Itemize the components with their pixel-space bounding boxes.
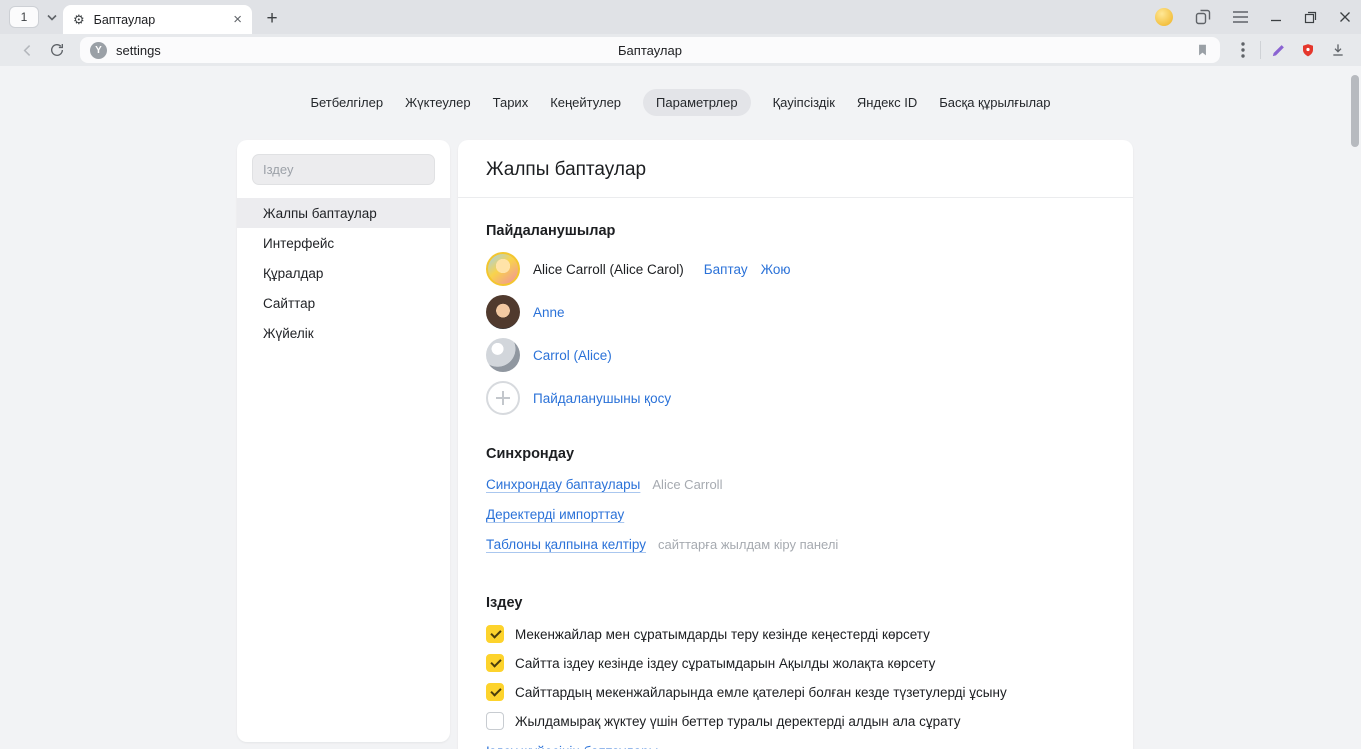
- avatar-carrol: [486, 338, 520, 372]
- page-title: Жалпы баптаулар: [458, 140, 1133, 198]
- user-name: Alice Carroll (Alice Carol): [533, 262, 684, 277]
- delete-user-link[interactable]: Жою: [761, 262, 791, 277]
- tab-title: Баптаулар: [94, 13, 225, 27]
- pencil-icon: [1270, 42, 1287, 59]
- users-section-heading: Пайдаланушылар: [486, 223, 1105, 239]
- new-tab-button[interactable]: +: [258, 5, 286, 33]
- option-label: Сайттардың мекенжайларында емле қателері…: [515, 685, 1007, 700]
- settings-main-panel: Жалпы баптаулар Пайдаланушылар Alice Car…: [458, 140, 1133, 749]
- profile-avatar-icon[interactable]: [1155, 8, 1173, 26]
- kebab-icon: [1241, 42, 1245, 58]
- checkbox-prefetch[interactable]: [486, 712, 504, 730]
- search-option-row: Жылдамырақ жүктеу үшін беттер туралы дер…: [486, 712, 1105, 730]
- search-section-heading: Іздеу: [486, 595, 1105, 611]
- nav-tab-settings[interactable]: Параметрлер: [643, 89, 751, 116]
- toolbar-menu-button[interactable]: [1228, 36, 1258, 64]
- configure-user-link[interactable]: Баптау: [704, 262, 748, 277]
- back-button[interactable]: [12, 36, 42, 64]
- panels-icon[interactable]: [1195, 9, 1211, 25]
- reload-icon: [49, 42, 65, 58]
- option-label: Сайтта іздеу кезінде іздеу сұратымдарын …: [515, 656, 935, 671]
- checkbox-site-search[interactable]: [486, 654, 504, 672]
- tableau-note: сайттарға жылдам кіру панелі: [658, 537, 838, 552]
- avatar-alice: [486, 252, 520, 286]
- tab-counter-label: 1: [21, 10, 28, 24]
- restore-tableau-link[interactable]: Таблоны қалпына келтіру: [486, 537, 646, 552]
- settings-sidebar: Жалпы баптаулар Интерфейс Құралдар Сайтт…: [237, 140, 450, 742]
- tab-strip: 1 ⚙ Баптаулар × +: [0, 0, 1361, 34]
- option-label: Жылдамырақ жүктеу үшін беттер туралы дер…: [515, 714, 960, 729]
- checkbox-suggestions[interactable]: [486, 625, 504, 643]
- sync-settings-link[interactable]: Синхрондау баптаулары: [486, 477, 640, 492]
- shield-icon: [1300, 42, 1316, 59]
- scrollbar-thumb[interactable]: [1351, 75, 1359, 147]
- toolbar: Y settings Баптаулар: [0, 34, 1361, 66]
- toolbar-divider: [1260, 41, 1261, 59]
- search-option-row: Мекенжайлар мен сұратымдарды теру кезінд…: [486, 625, 1105, 643]
- search-option-row: Сайттардың мекенжайларында емле қателері…: [486, 683, 1105, 701]
- sidebar-item-tools[interactable]: Құралдар: [237, 258, 450, 288]
- maximize-button[interactable]: [1304, 11, 1317, 24]
- nav-tab-other-devices[interactable]: Басқа құрылғылар: [939, 89, 1050, 116]
- url-text: settings: [116, 43, 161, 58]
- tab-close-icon[interactable]: ×: [233, 12, 242, 27]
- sidebar-item-interface[interactable]: Интерфейс: [237, 228, 450, 258]
- tabs-dropdown-button[interactable]: [44, 9, 60, 25]
- add-user-icon[interactable]: [486, 381, 520, 415]
- settings-content: Пайдаланушылар Alice Carroll (Alice Caro…: [458, 223, 1133, 749]
- bookmark-icon[interactable]: [1195, 42, 1210, 58]
- chevron-down-icon: [47, 14, 57, 21]
- nav-tab-extensions[interactable]: Кеңейтулер: [550, 89, 621, 116]
- sidebar-item-sites[interactable]: Сайттар: [237, 288, 450, 318]
- edit-profile-button[interactable]: [1263, 36, 1293, 64]
- reload-button[interactable]: [42, 36, 72, 64]
- add-user-row: Пайдаланушыны қосу: [486, 381, 1105, 415]
- sidebar-item-general[interactable]: Жалпы баптаулар: [237, 198, 450, 228]
- import-data-link[interactable]: Деректерді импорттау: [486, 507, 624, 522]
- nav-tab-bookmarks[interactable]: Бетбелгілер: [310, 89, 383, 116]
- sync-row: Таблоны қалпына келтіру сайттарға жылдам…: [486, 537, 1105, 552]
- sync-account-note: Alice Carroll: [652, 477, 722, 492]
- protect-button[interactable]: [1293, 36, 1323, 64]
- minimize-button[interactable]: [1270, 11, 1282, 23]
- search-option-row: Сайтта іздеу кезінде іздеу сұратымдарын …: [486, 654, 1105, 672]
- user-row: Carrol (Alice): [486, 338, 1105, 372]
- nav-tab-yandex-id[interactable]: Яндекс ID: [857, 89, 917, 116]
- address-bar[interactable]: Y settings Баптаулар: [80, 37, 1220, 63]
- nav-tab-history[interactable]: Тарих: [493, 89, 529, 116]
- user-link[interactable]: Anne: [533, 305, 565, 320]
- gear-icon: ⚙: [73, 13, 85, 26]
- page-title-centered: Баптаулар: [80, 43, 1220, 58]
- nav-tab-security[interactable]: Қауіпсіздік: [773, 89, 835, 116]
- sync-row: Деректерді импорттау: [486, 507, 1105, 522]
- page-scrollbar[interactable]: [1348, 66, 1361, 749]
- option-label: Мекенжайлар мен сұратымдарды теру кезінд…: [515, 627, 930, 642]
- sidebar-item-system[interactable]: Жүйелік: [237, 318, 450, 348]
- download-icon: [1330, 42, 1346, 58]
- back-arrow-icon: [19, 42, 36, 59]
- downloads-button[interactable]: [1323, 36, 1353, 64]
- tab-settings[interactable]: ⚙ Баптаулар ×: [63, 5, 252, 34]
- tab-counter-button[interactable]: 1: [9, 6, 39, 28]
- close-button[interactable]: [1339, 11, 1351, 23]
- menu-icon[interactable]: [1233, 11, 1248, 23]
- add-user-link[interactable]: Пайдаланушыны қосу: [533, 391, 671, 406]
- settings-nav-tabs: Бетбелгілер Жүктеулер Тарих Кеңейтулер П…: [0, 89, 1361, 116]
- search-input[interactable]: [252, 154, 435, 185]
- nav-tab-downloads[interactable]: Жүктеулер: [405, 89, 471, 116]
- user-link[interactable]: Carrol (Alice): [533, 348, 612, 363]
- user-row: Alice Carroll (Alice Carol) Баптау Жою: [486, 252, 1105, 286]
- search-engine-settings-link[interactable]: Іздеу жүйесінің баптаулары: [486, 744, 658, 749]
- tabbar-right-controls: [1133, 0, 1351, 34]
- sync-section-heading: Синхрондау: [486, 446, 1105, 462]
- sync-row: Синхрондау баптаулары Alice Carroll: [486, 477, 1105, 492]
- checkbox-spelling-fix[interactable]: [486, 683, 504, 701]
- user-row: Anne: [486, 295, 1105, 329]
- avatar-anne: [486, 295, 520, 329]
- site-badge-icon[interactable]: Y: [90, 42, 107, 59]
